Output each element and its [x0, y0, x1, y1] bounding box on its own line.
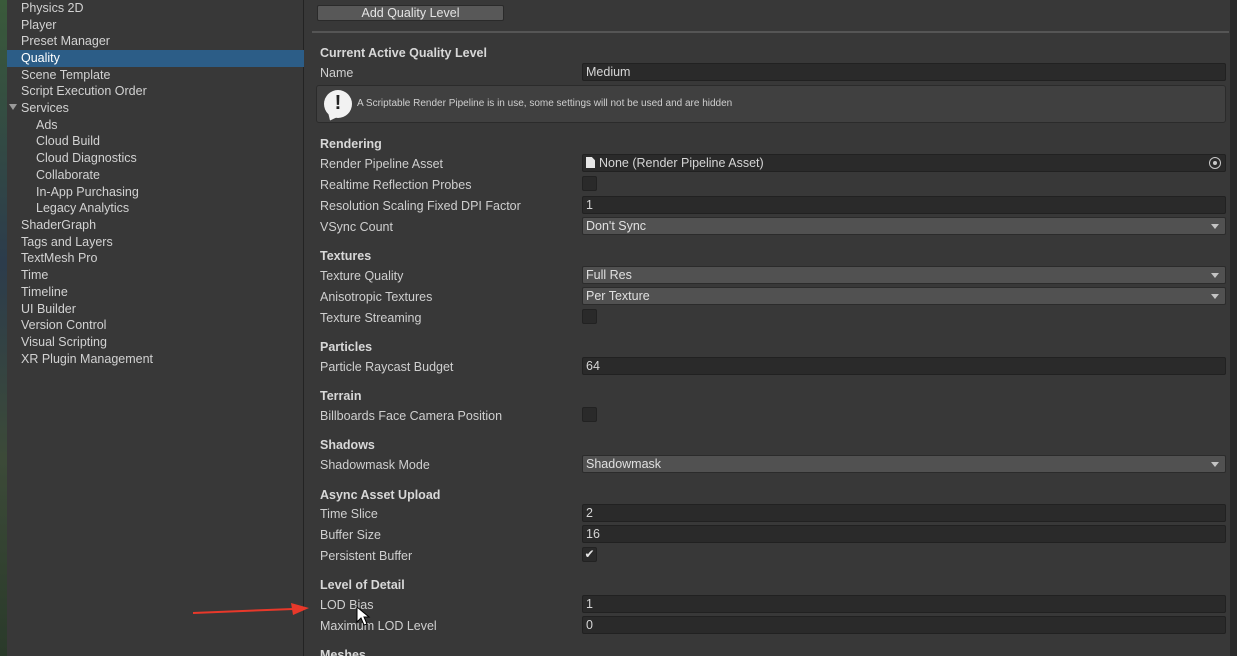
chevron-down-icon [1211, 294, 1219, 299]
sidebar-item-services[interactable]: Services [7, 100, 304, 117]
sidebar-item-xr-plugin-management[interactable]: XR Plugin Management [7, 351, 304, 368]
section-header-async-asset-upload: Async Asset Upload [320, 488, 441, 502]
render-pipeline-asset-value: None (Render Pipeline Asset) [599, 156, 764, 170]
sidebar-item-tags-and-layers[interactable]: Tags and Layers [7, 234, 304, 251]
texture-streaming-checkbox[interactable] [582, 309, 597, 324]
lod-bias-field[interactable]: 1 [582, 595, 1226, 613]
settings-sidebar: Physics 2D Player Preset Manager Quality… [7, 0, 304, 656]
foldout-arrow-icon[interactable] [9, 104, 17, 110]
sidebar-item-cloud-build[interactable]: Cloud Build [7, 133, 304, 150]
realtime-reflection-probes-label: Realtime Reflection Probes [320, 178, 472, 192]
mouse-pointer-icon [356, 606, 371, 626]
annotation-arrow-icon [193, 603, 309, 615]
section-header-level-of-detail: Level of Detail [320, 578, 405, 592]
helpbox-message: A Scriptable Render Pipeline is in use, … [357, 98, 733, 109]
shadowmask-mode-dropdown[interactable]: Shadowmask [582, 455, 1226, 473]
time-slice-field[interactable]: 2 [582, 504, 1226, 522]
sidebar-item-ads[interactable]: Ads [7, 117, 304, 134]
add-quality-level-button[interactable]: Add Quality Level [317, 5, 504, 21]
sidebar-item-player[interactable]: Player [7, 17, 304, 34]
anisotropic-textures-value: Per Texture [586, 289, 650, 303]
section-header-shadows: Shadows [320, 438, 375, 452]
chevron-down-icon [1211, 462, 1219, 467]
chevron-down-icon [1211, 224, 1219, 229]
particle-raycast-budget-label: Particle Raycast Budget [320, 360, 454, 374]
sidebar-item-ui-builder[interactable]: UI Builder [7, 301, 304, 318]
name-label: Name [320, 66, 354, 80]
render-pipeline-asset-field[interactable]: None (Render Pipeline Asset) [582, 154, 1226, 172]
buffer-size-label: Buffer Size [320, 528, 381, 542]
shadowmask-mode-value: Shadowmask [586, 457, 662, 471]
dpi-factor-field[interactable]: 1 [582, 196, 1226, 214]
divider [312, 31, 1229, 33]
sidebar-item-label: Services [21, 101, 69, 115]
sidebar-item-version-control[interactable]: Version Control [7, 317, 304, 334]
billboards-face-camera-label: Billboards Face Camera Position [320, 409, 503, 423]
sidebar-item-textmesh-pro[interactable]: TextMesh Pro [7, 250, 304, 267]
vsync-count-dropdown[interactable]: Don't Sync [582, 217, 1226, 235]
chevron-down-icon [1211, 273, 1219, 278]
sidebar-item-physics-2d[interactable]: Physics 2D [7, 0, 304, 17]
billboards-face-camera-checkbox[interactable] [582, 407, 597, 422]
persistent-buffer-label: Persistent Buffer [320, 549, 413, 563]
maximum-lod-level-field[interactable]: 0 [582, 616, 1226, 634]
sidebar-item-cloud-diagnostics[interactable]: Cloud Diagnostics [7, 150, 304, 167]
section-header-terrain: Terrain [320, 389, 362, 403]
exclamation-icon: ! [324, 90, 352, 118]
sidebar-item-collaborate[interactable]: Collaborate [7, 167, 304, 184]
particle-raycast-budget-field[interactable]: 64 [582, 357, 1226, 375]
asset-file-icon [586, 157, 595, 168]
section-header-rendering: Rendering [320, 137, 382, 151]
sidebar-item-preset-manager[interactable]: Preset Manager [7, 33, 304, 50]
realtime-reflection-probes-checkbox[interactable] [582, 176, 597, 191]
time-slice-label: Time Slice [320, 507, 378, 521]
sidebar-item-visual-scripting[interactable]: Visual Scripting [7, 334, 304, 351]
section-header-particles: Particles [320, 340, 373, 354]
sidebar-item-in-app-purchasing[interactable]: In-App Purchasing [7, 184, 304, 201]
sidebar-item-script-execution-order[interactable]: Script Execution Order [7, 83, 304, 100]
texture-quality-dropdown[interactable]: Full Res [582, 266, 1226, 284]
section-header-current-quality: Current Active Quality Level [320, 46, 487, 60]
shadowmask-mode-label: Shadowmask Mode [320, 458, 430, 472]
dpi-factor-label: Resolution Scaling Fixed DPI Factor [320, 199, 521, 213]
sidebar-item-timeline[interactable]: Timeline [7, 284, 304, 301]
sidebar-item-scene-template[interactable]: Scene Template [7, 67, 304, 84]
left-window-edge [0, 0, 7, 656]
srp-info-helpbox: ! A Scriptable Render Pipeline is in use… [316, 85, 1226, 123]
name-field[interactable]: Medium [582, 63, 1226, 81]
buffer-size-field[interactable]: 16 [582, 525, 1226, 543]
section-header-meshes: Meshes [320, 648, 366, 656]
object-picker-icon[interactable] [1209, 157, 1221, 169]
scrollbar-track[interactable] [1230, 0, 1237, 656]
section-header-textures: Textures [320, 249, 372, 263]
texture-quality-label: Texture Quality [320, 269, 404, 283]
texture-quality-value: Full Res [586, 268, 632, 282]
sidebar-item-legacy-analytics[interactable]: Legacy Analytics [7, 200, 304, 217]
persistent-buffer-checkbox[interactable]: ✔ [582, 547, 597, 562]
maximum-lod-level-label: Maximum LOD Level [320, 619, 437, 633]
render-pipeline-asset-label: Render Pipeline Asset [320, 157, 443, 171]
vsync-count-value: Don't Sync [586, 219, 647, 233]
anisotropic-textures-dropdown[interactable]: Per Texture [582, 287, 1226, 305]
texture-streaming-label: Texture Streaming [320, 311, 422, 325]
sidebar-item-shadergraph[interactable]: ShaderGraph [7, 217, 304, 234]
sidebar-item-quality[interactable]: Quality [7, 50, 304, 67]
vsync-count-label: VSync Count [320, 220, 393, 234]
sidebar-item-time[interactable]: Time [7, 267, 304, 284]
anisotropic-textures-label: Anisotropic Textures [320, 290, 433, 304]
